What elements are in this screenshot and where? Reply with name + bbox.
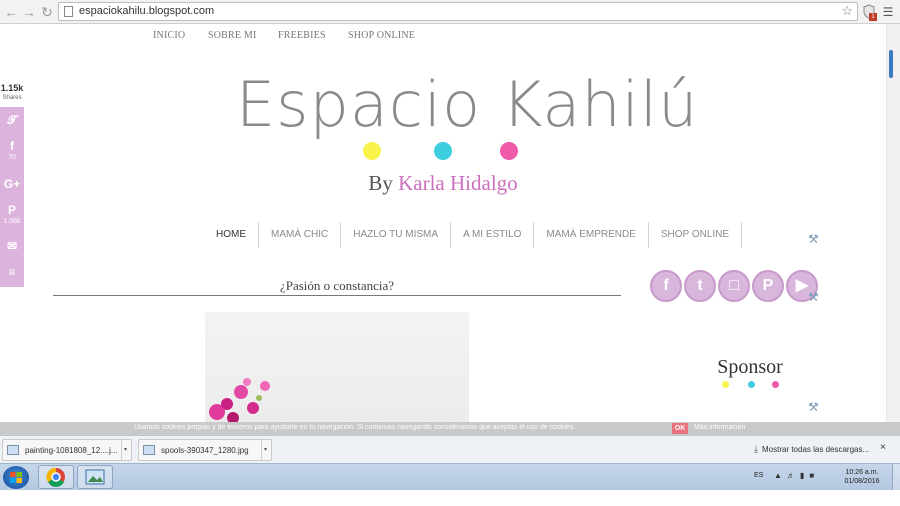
edit-wrench-icon[interactable]: ⚒ — [808, 290, 822, 304]
pinterest-icon: P — [7, 203, 16, 217]
download-shelf: painting-1081808_12....j... ▾ spools-390… — [0, 435, 900, 463]
cookie-more-link[interactable]: Más información — [694, 424, 745, 431]
page-icon — [64, 6, 73, 17]
download-icon: ⤓ — [754, 444, 758, 454]
close-icon[interactable]: × — [880, 442, 886, 453]
nav-mama-chic[interactable]: MAMÀ CHIC — [259, 222, 342, 248]
nav-home[interactable]: HOME — [204, 222, 259, 248]
post-image[interactable] — [205, 312, 469, 422]
show-all-downloads-link[interactable]: ⤓ Mostrar todas las descargas... — [754, 444, 869, 455]
post-title-divider — [53, 295, 621, 296]
chrome-icon — [46, 467, 65, 487]
bookmark-star-icon[interactable]: ☆ — [841, 3, 853, 19]
facebook-icon: f — [10, 139, 14, 153]
chevron-down-icon[interactable]: ▾ — [261, 440, 269, 460]
cookie-ok-button[interactable]: OK — [672, 423, 688, 434]
web-page: INICIO SOBRE MI FREEBIES SHOP ONLINE Esp… — [0, 24, 886, 422]
yellow-dot — [363, 142, 381, 160]
taskbar: ES ▲♬▮■ 10:26 a.m. 01/08/2016 — [0, 463, 900, 491]
browser-toolbar: ← → ↻ espaciokahilu.blogspot.com ☆ 1 ☰ — [0, 0, 900, 24]
windows-logo-icon — [10, 472, 22, 483]
topnav-freebies[interactable]: FREEBIES — [278, 30, 326, 41]
scrollbar-thumb[interactable] — [889, 50, 893, 78]
image-file-icon — [7, 445, 19, 455]
topnav-inicio[interactable]: INICIO — [153, 30, 185, 41]
show-all-label: Mostrar todas las descargas... — [761, 445, 870, 454]
main-nav: HOME MAMÀ CHIC HAZLO TU MISMA A MI ESTIL… — [204, 222, 743, 248]
instagram-icon[interactable]: □ — [718, 270, 750, 302]
share-google-plus-button[interactable]: G+ — [0, 177, 24, 191]
download-filename: spools-390347_1280.jpg — [161, 446, 249, 455]
chevron-down-icon[interactable]: ▾ — [121, 440, 129, 460]
start-button[interactable] — [3, 466, 29, 489]
download-item[interactable]: spools-390347_1280.jpg ▾ — [138, 439, 272, 461]
page-scrollbar[interactable] — [886, 24, 900, 422]
nav-mama-emprende[interactable]: MAMÀ EMPRENDE — [534, 222, 649, 248]
topnav-sobre-mi[interactable]: SOBRE MI — [208, 30, 257, 41]
taskbar-photo-viewer[interactable] — [77, 465, 113, 489]
menu-icon[interactable]: ☰ — [880, 4, 896, 20]
share-facebook-button[interactable]: f 70 — [0, 139, 24, 162]
blog-title[interactable]: Espacio Kahilú — [236, 68, 698, 141]
photo-viewer-icon — [85, 469, 105, 485]
tray-icons[interactable]: ▲♬▮■ — [774, 471, 819, 480]
system-tray: ES ▲♬▮■ 10:26 a.m. 01/08/2016 — [750, 464, 900, 491]
extension-badge: 1 — [869, 13, 877, 21]
facebook-icon[interactable]: f — [650, 270, 682, 302]
topnav-shop-online[interactable]: SHOP ONLINE — [348, 30, 415, 41]
url-text: espaciokahilu.blogspot.com — [79, 5, 215, 17]
share-email-button[interactable]: ✉ — [0, 239, 24, 253]
cookie-bar: Usamos cookies propias y de terceros par… — [0, 422, 900, 435]
clock-time: 10:26 a.m. — [845, 469, 879, 476]
yellow-dot-small — [722, 381, 729, 388]
download-item[interactable]: painting-1081808_12....j... ▾ — [2, 439, 132, 461]
flowers-image — [209, 378, 270, 422]
google-plus-icon: G+ — [3, 177, 21, 191]
pinterest-icon[interactable]: P — [752, 270, 784, 302]
byline-prefix: By — [368, 171, 399, 195]
cookie-message: Usamos cookies propias y de terceros par… — [134, 424, 576, 431]
back-icon[interactable]: ← — [3, 4, 19, 20]
forward-icon[interactable]: → — [21, 4, 37, 20]
share-label: Shares — [2, 95, 22, 101]
pink-dot — [500, 142, 518, 160]
screen-margin — [0, 490, 900, 506]
nav-shop-online[interactable]: SHOP ONLINE — [649, 222, 743, 248]
share-pinterest-button[interactable]: P 1.08k — [0, 203, 24, 226]
image-file-icon — [143, 445, 155, 455]
download-filename: painting-1081808_12....j... — [25, 446, 118, 455]
sponsor-heading: Sponsor — [717, 356, 783, 378]
byline: By Karla Hidalgo — [0, 171, 886, 196]
clock-date: 01/08/2016 — [844, 478, 880, 485]
address-bar[interactable]: espaciokahilu.blogspot.com ☆ — [58, 2, 858, 21]
author-name: Karla Hidalgo — [398, 171, 518, 195]
share-total: 1.15k — [0, 83, 24, 93]
share-bar: 𝓣 f 70 G+ P 1.08k ✉ ≡ — [0, 107, 24, 287]
nav-a-mi-estilo[interactable]: A MI ESTILO — [451, 222, 535, 248]
edit-wrench-icon[interactable]: ⚒ — [808, 400, 822, 414]
cyan-dot-small — [748, 381, 755, 388]
post-title[interactable]: ¿Pasión o constancia? — [53, 278, 621, 294]
edit-wrench-icon[interactable]: ⚒ — [808, 232, 822, 246]
facebook-count: 70 — [8, 154, 16, 161]
nav-hazlo-tu-misma[interactable]: HAZLO TU MISMA — [341, 222, 452, 248]
pinterest-count: 1.08k — [3, 218, 21, 225]
twitter-icon: 𝓣 — [7, 113, 17, 127]
twitter-icon[interactable]: t — [684, 270, 716, 302]
email-icon: ✉ — [6, 239, 18, 253]
pink-dot-small — [772, 381, 779, 388]
language-indicator[interactable]: ES — [754, 472, 763, 479]
share-twitter-button[interactable]: 𝓣 — [0, 113, 24, 127]
cyan-dot — [434, 142, 452, 160]
taskbar-chrome[interactable] — [38, 465, 74, 489]
reload-icon[interactable]: ↻ — [39, 4, 55, 20]
more-share-icon: ≡ — [8, 265, 16, 279]
clock[interactable]: 10:26 a.m. 01/08/2016 — [840, 468, 884, 486]
show-desktop-button[interactable] — [892, 464, 900, 491]
share-more-button[interactable]: ≡ — [0, 265, 24, 279]
